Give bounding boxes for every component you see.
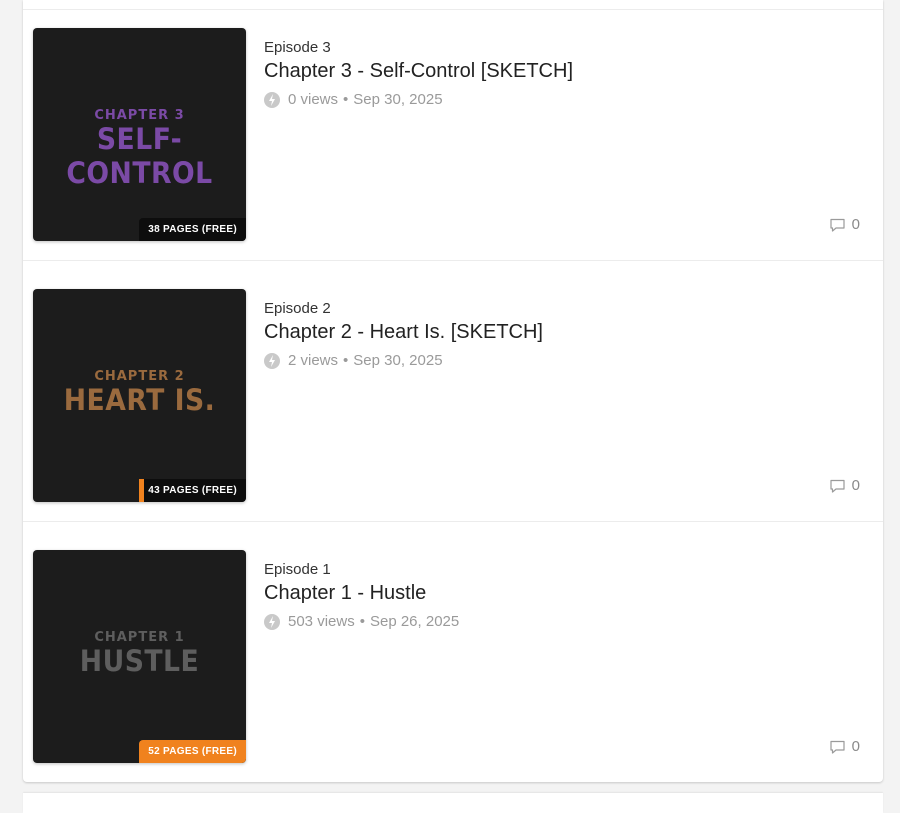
pages-badge: 43 PAGES (FREE) (139, 479, 246, 502)
episode-title[interactable]: Chapter 3 - Self-Control [SKETCH] (264, 60, 573, 83)
comments-link[interactable]: 0 (829, 216, 860, 233)
publish-date: Sep 30, 2025 (353, 91, 443, 108)
pages-badge-label: 43 PAGES (FREE) (148, 485, 237, 496)
comments-count: 0 (851, 477, 860, 494)
episode-meta: 0 views • Sep 30, 2025 (264, 91, 443, 108)
next-card (23, 793, 883, 813)
episode-thumbnail[interactable]: CHAPTER 1 HUSTLE 52 PAGES (FREE) (33, 550, 246, 763)
thumbnail-title: HEART IS. (63, 383, 216, 417)
episode-row-2[interactable]: CHAPTER 2 HEART IS. 43 PAGES (FREE) Epis… (23, 271, 883, 531)
read-progress-bar (139, 479, 145, 502)
publish-date: Sep 26, 2025 (369, 613, 460, 630)
thumbnail-chapter-label: CHAPTER 2 (94, 369, 185, 384)
comments-link[interactable]: 0 (829, 738, 860, 755)
thumbnail-chapter-label: CHAPTER 3 (94, 108, 185, 123)
divider (23, 521, 883, 522)
pages-badge: 52 PAGES (FREE) (139, 740, 246, 763)
meta-separator: • (343, 91, 349, 108)
episode-title[interactable]: Chapter 1 - Hustle (264, 582, 426, 605)
meta-separator: • (343, 352, 349, 369)
comments-count: 0 (851, 738, 860, 755)
meta-separator: • (359, 613, 365, 630)
comment-bubble-icon (829, 478, 846, 494)
publish-date: Sep 30, 2025 (353, 352, 443, 369)
episode-row-1[interactable]: CHAPTER 1 HUSTLE 52 PAGES (FREE) Episode… (23, 532, 883, 792)
episode-number: Episode 2 (264, 300, 331, 317)
episode-list: CHAPTER 3 SELF-CONTROL 38 PAGES (FREE) E… (23, 0, 883, 782)
episode-meta: 503 views • Sep 26, 2025 (264, 613, 459, 630)
episode-thumbnail[interactable]: CHAPTER 3 SELF-CONTROL 38 PAGES (FREE) (33, 28, 246, 241)
bolt-icon (264, 352, 280, 369)
bolt-icon (264, 613, 280, 630)
views-count: 503 views (288, 613, 355, 630)
episode-thumbnail[interactable]: CHAPTER 2 HEART IS. 43 PAGES (FREE) (33, 289, 246, 502)
comments-count: 0 (851, 216, 860, 233)
episode-number: Episode 3 (264, 39, 331, 56)
comment-bubble-icon (829, 217, 846, 233)
episode-number: Episode 1 (264, 561, 331, 578)
pages-badge-label: 52 PAGES (FREE) (148, 746, 237, 757)
comment-bubble-icon (829, 739, 846, 755)
divider (23, 260, 883, 261)
thumbnail-chapter-label: CHAPTER 1 (94, 630, 185, 645)
episode-title[interactable]: Chapter 2 - Heart Is. [SKETCH] (264, 321, 543, 344)
thumbnail-title: SELF-CONTROL (66, 122, 213, 190)
episode-meta: 2 views • Sep 30, 2025 (264, 352, 443, 369)
thumbnail-title: HUSTLE (79, 644, 200, 678)
views-count: 2 views (288, 352, 339, 369)
pages-badge: 38 PAGES (FREE) (139, 218, 246, 241)
comments-link[interactable]: 0 (829, 477, 860, 494)
pages-badge-label: 38 PAGES (FREE) (148, 224, 237, 235)
views-count: 0 views (288, 91, 339, 108)
bolt-icon (264, 91, 280, 108)
episode-row-3[interactable]: CHAPTER 3 SELF-CONTROL 38 PAGES (FREE) E… (23, 10, 883, 270)
